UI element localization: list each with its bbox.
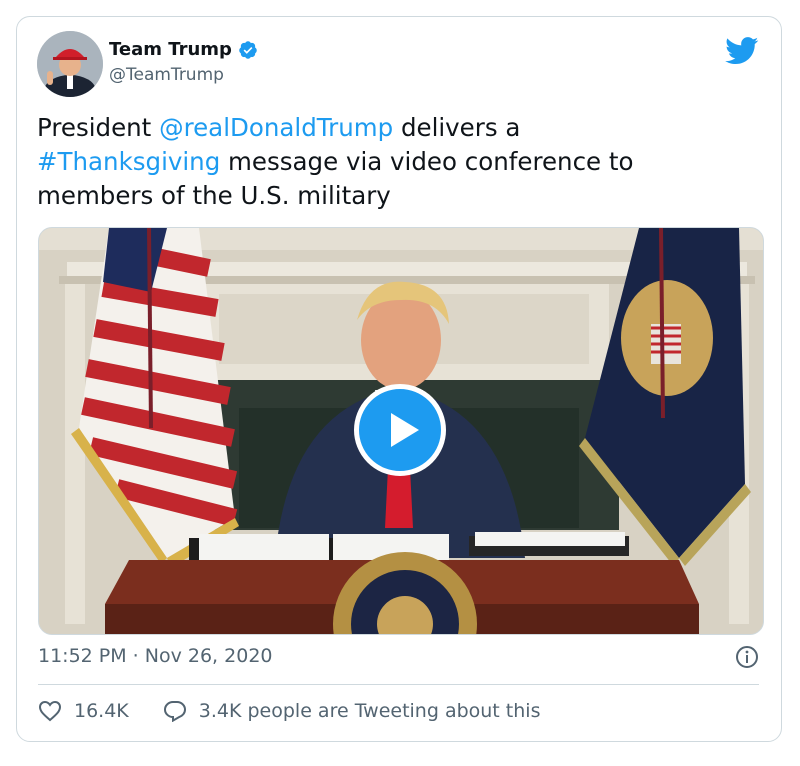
twitter-bird-icon[interactable] [725,37,759,65]
author-name[interactable]: Team Trump [109,39,232,60]
tweet-text-part: delivers a [393,113,521,142]
tweet-timestamp[interactable]: 11:52 PM · Nov 26, 2020 [38,645,273,667]
heart-icon [38,700,62,722]
reply-bubble-icon [163,701,186,722]
tweet-actions: 16.4K 3.4K people are Tweeting about thi… [38,700,540,722]
like-button[interactable]: 16.4K [38,700,129,722]
tweet-text-part: President [37,113,160,142]
info-icon[interactable] [735,645,759,669]
author-handle[interactable]: @TeamTrump [109,65,224,85]
video-player[interactable] [38,227,764,635]
tweet-card[interactable]: Team Trump @TeamTrump President @realDon… [16,16,782,742]
hashtag-link[interactable]: #Thanksgiving [37,147,220,176]
divider [38,684,759,685]
tweeting-text: 3.4K people are Tweeting about this [198,700,541,722]
play-icon [391,413,419,447]
tweeting-link[interactable]: 3.4K people are Tweeting about this [163,700,541,722]
avatar[interactable] [37,31,103,97]
play-button[interactable] [354,384,446,476]
mention-link[interactable]: @realDonaldTrump [159,113,393,142]
like-count: 16.4K [74,700,129,722]
tweet-text: President @realDonaldTrump delivers a #T… [37,111,737,213]
verified-badge-icon [239,40,257,59]
